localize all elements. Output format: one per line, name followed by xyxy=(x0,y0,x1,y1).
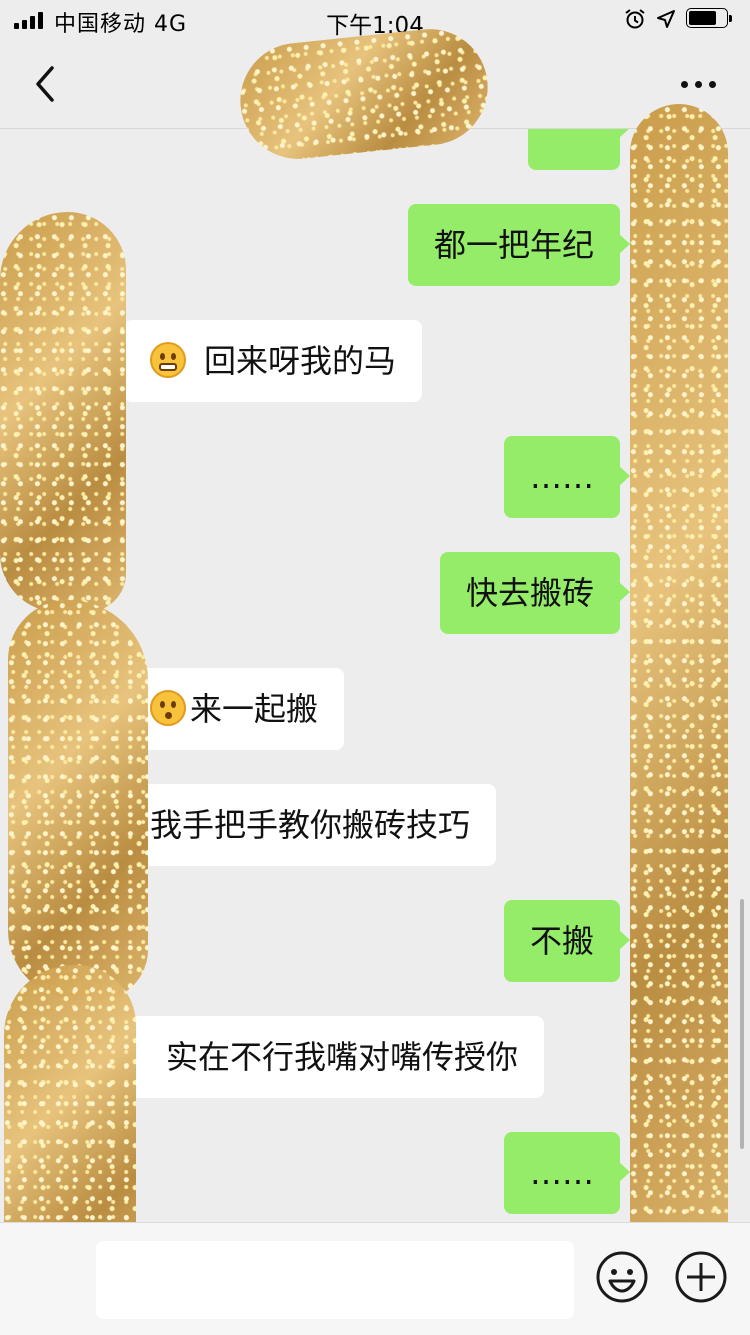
chevron-left-icon xyxy=(36,66,54,102)
plus-circle-icon xyxy=(675,1251,727,1303)
message-bubble-outgoing[interactable]: 不搬 xyxy=(503,900,631,982)
message-bubble-outgoing[interactable]: 快去搬砖 xyxy=(439,552,631,634)
redacted-avatar-left xyxy=(0,212,126,612)
message-bubble-incoming[interactable]: 我手把手教你搬砖技巧 xyxy=(113,784,497,866)
message-bubble-incoming[interactable]: 回来呀我的马 xyxy=(113,320,423,402)
battery-icon xyxy=(686,8,736,30)
message-bubble-incoming[interactable]: 实在不行我嘴对嘴传授你 xyxy=(113,1016,545,1098)
grin-emoji-icon xyxy=(150,342,186,378)
more-functions-button[interactable] xyxy=(673,1249,729,1305)
alarm-icon xyxy=(624,8,646,30)
message-text: 回来呀我的马 xyxy=(204,342,397,380)
redacted-avatar-left xyxy=(8,600,148,1000)
more-options-button[interactable] xyxy=(676,70,720,98)
kiss-emoji-icon xyxy=(150,690,186,726)
smiley-icon xyxy=(596,1251,648,1303)
nav-bar xyxy=(0,23,750,165)
message-input-bar xyxy=(0,1222,750,1335)
message-text: 来一起搬 xyxy=(190,690,319,728)
back-button[interactable] xyxy=(28,62,64,106)
message-bubble-outgoing[interactable]: …… xyxy=(504,1132,630,1214)
message-bubble-incoming[interactable]: 来一起搬 xyxy=(113,668,345,750)
message-input[interactable] xyxy=(96,1241,574,1319)
redacted-avatar-right xyxy=(630,104,728,1269)
scrollbar[interactable] xyxy=(740,899,744,1149)
message-bubble-outgoing[interactable]: 都一把年纪 xyxy=(407,204,631,286)
message-bubble-partial[interactable] xyxy=(528,129,630,170)
message-bubble-outgoing[interactable]: …… xyxy=(504,436,630,518)
emoji-button[interactable] xyxy=(594,1249,650,1305)
location-arrow-icon xyxy=(656,9,676,29)
